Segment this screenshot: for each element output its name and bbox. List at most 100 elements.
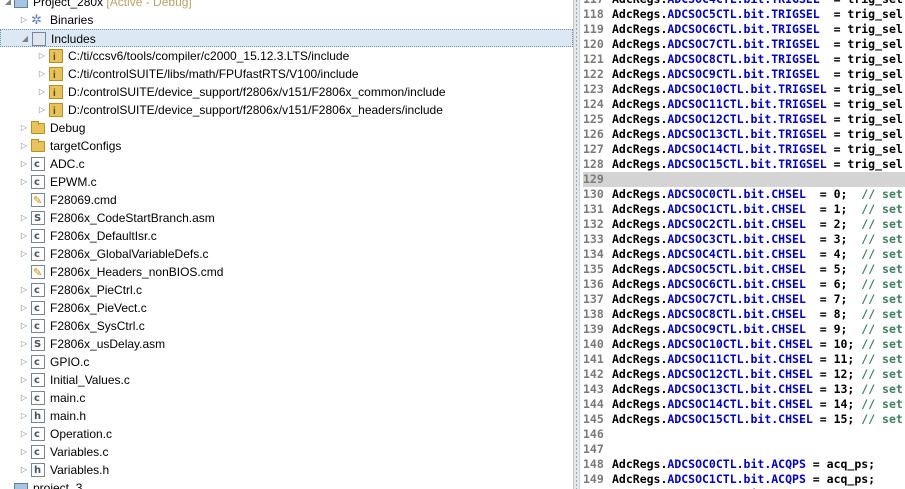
collapsed-arrow-icon[interactable]: ▷ <box>19 209 29 227</box>
collapsed-arrow-icon[interactable]: ▷ <box>19 371 29 389</box>
tree-item-file[interactable]: ▷ c F2806x_SysCtrl.c <box>0 317 573 335</box>
code-line[interactable]: 143 AdcRegs.ADCSOC13CTL.bit.CHSEL = 13; /… <box>583 382 905 397</box>
collapsed-arrow-icon[interactable]: ▷ <box>19 407 29 425</box>
tree-item-file[interactable]: ▷ c F2806x_GlobalVariableDefs.c <box>0 245 573 263</box>
asm-file-icon: S <box>31 211 45 225</box>
code-line[interactable]: 139 AdcRegs.ADCSOC9CTL.bit.CHSEL = 9; // … <box>583 322 905 337</box>
code-line[interactable]: 137 AdcRegs.ADCSOC7CTL.bit.CHSEL = 7; // … <box>583 292 905 307</box>
code-register: AdcRegs. <box>612 0 667 6</box>
collapsed-arrow-icon[interactable]: ▷ <box>19 317 29 335</box>
panel-splitter[interactable] <box>573 0 580 489</box>
tree-item-file[interactable]: ▷ S F2806x_usDelay.asm <box>0 335 573 353</box>
collapsed-arrow-icon[interactable]: ▷ <box>19 119 29 137</box>
code-line[interactable]: 123 AdcRegs.ADCSOC10CTL.bit.TRIGSEL = tri… <box>583 82 905 97</box>
tree-item-file[interactable]: ▷ c Variables.c <box>0 443 573 461</box>
code-line[interactable]: 119 AdcRegs.ADCSOC6CTL.bit.TRIGSEL = trig… <box>583 22 905 37</box>
collapsed-arrow-icon[interactable]: ▷ <box>19 299 29 317</box>
tree-item-file[interactable]: ▷ h Variables.h <box>0 461 573 479</box>
code-line[interactable]: 149 AdcRegs.ADCSOC1CTL.bit.ACQPS = acq_ps… <box>583 472 905 487</box>
line-number: 123 <box>583 82 604 96</box>
c-file-icon: c <box>31 301 45 315</box>
tree-item-project[interactable]: ◢ Project_280x [Active - Debug] <box>0 0 573 11</box>
tree-item-include-path[interactable]: ▷ i D:/controlSUITE/device_support/f2806x/… <box>0 83 573 101</box>
tree-item-file[interactable]: ▷ h main.h <box>0 407 573 425</box>
tree-item-binaries[interactable]: ▷ ✲ Binaries <box>0 11 573 29</box>
collapsed-arrow-icon[interactable]: ▷ <box>19 425 29 443</box>
code-line[interactable]: 122 AdcRegs.ADCSOC9CTL.bit.TRIGSEL = trig… <box>583 67 905 82</box>
tree-item-label: F2806x_PieVect.c <box>50 301 147 315</box>
collapsed-arrow-icon[interactable]: ▷ <box>19 11 29 29</box>
collapsed-arrow-icon[interactable]: ▷ <box>19 461 29 479</box>
code-field: ADCSOC14CTL.bit.TRIGSEL <box>667 142 827 156</box>
collapsed-arrow-icon[interactable]: ▷ <box>19 137 29 155</box>
collapsed-arrow-icon[interactable]: ▷ <box>19 155 29 173</box>
collapsed-arrow-icon[interactable]: ▷ <box>37 101 47 119</box>
code-line[interactable]: 147 <box>583 442 905 457</box>
tree-item-file[interactable]: ▷ c main.c <box>0 389 573 407</box>
code-line[interactable]: 120 AdcRegs.ADCSOC7CTL.bit.TRIGSEL = trig… <box>583 37 905 52</box>
code-line[interactable]: 117AdcRegs.ADCSOC4CTL.bit.TRIGSEL = trig… <box>583 0 905 7</box>
tree-item-file[interactable]: ▷ c GPIO.c <box>0 353 573 371</box>
code-line[interactable]: 121 AdcRegs.ADCSOC8CTL.bit.TRIGSEL = trig… <box>583 52 905 67</box>
tree-item-project[interactable]: project_3 <box>0 479 573 489</box>
collapsed-arrow-icon[interactable]: ▷ <box>19 443 29 461</box>
collapsed-arrow-icon[interactable]: ▷ <box>37 47 47 65</box>
code-line[interactable]: 126 AdcRegs.ADCSOC13CTL.bit.TRIGSEL = tri… <box>583 127 905 142</box>
tree-item-file[interactable]: ✎ F28069.cmd <box>0 191 573 209</box>
line-number: 129 <box>583 172 604 186</box>
collapsed-arrow-icon[interactable]: ▷ <box>19 245 29 263</box>
code-line[interactable]: 124 AdcRegs.ADCSOC11CTL.bit.TRIGSEL = tri… <box>583 97 905 112</box>
collapsed-arrow-icon[interactable]: ▷ <box>37 65 47 83</box>
code-line[interactable]: 133 AdcRegs.ADCSOC3CTL.bit.CHSEL = 3; // … <box>583 232 905 247</box>
tree-item-include-path[interactable]: ▷ i C:/ti/ccsv6/tools/compiler/c2000_15.12… <box>0 47 573 65</box>
collapsed-arrow-icon[interactable]: ▷ <box>19 281 29 299</box>
tree-item-include-path[interactable]: ▷ i D:/controlSUITE/device_support/f2806x/… <box>0 101 573 119</box>
code-line[interactable]: 131 AdcRegs.ADCSOC1CTL.bit.CHSEL = 1; // … <box>583 202 905 217</box>
expanded-arrow-icon[interactable]: ◢ <box>3 0 13 11</box>
code-line[interactable]: 118 AdcRegs.ADCSOC5CTL.bit.TRIGSEL = trig… <box>583 7 905 22</box>
current-code-line[interactable]: 129 <box>583 172 905 187</box>
code-comment: // set <box>861 322 903 336</box>
tree-item-includes[interactable]: ◢ Includes <box>0 29 573 47</box>
include-folder-icon: i <box>49 85 63 99</box>
code-line[interactable]: 132 AdcRegs.ADCSOC2CTL.bit.CHSEL = 2; // … <box>583 217 905 232</box>
code-line[interactable]: 141 AdcRegs.ADCSOC11CTL.bit.CHSEL = 11; /… <box>583 352 905 367</box>
collapsed-arrow-icon[interactable]: ▷ <box>19 173 29 191</box>
tree-item-include-path[interactable]: ▷ i C:/ti/controlSUITE/libs/math/FPUfastRT… <box>0 65 573 83</box>
tree-item-file[interactable]: ▷ S F2806x_CodeStartBranch.asm <box>0 209 573 227</box>
code-line[interactable]: 145 AdcRegs.ADCSOC15CTL.bit.CHSEL = 15; /… <box>583 412 905 427</box>
code-assignment: = trig_sel <box>819 52 903 66</box>
code-line[interactable]: 138 AdcRegs.ADCSOC8CTL.bit.CHSEL = 8; // … <box>583 307 905 322</box>
code-line[interactable]: 144 AdcRegs.ADCSOC14CTL.bit.CHSEL = 14; /… <box>583 397 905 412</box>
tree-item-file[interactable]: ▷ c F2806x_DefaultIsr.c <box>0 227 573 245</box>
collapsed-arrow-icon[interactable]: ▷ <box>19 227 29 245</box>
collapsed-arrow-icon[interactable]: ▷ <box>19 335 29 353</box>
tree-item-file[interactable]: ▷ c ADC.c <box>0 155 573 173</box>
code-line[interactable]: 128 AdcRegs.ADCSOC15CTL.bit.TRIGSEL = tri… <box>583 157 905 172</box>
tree-item-file[interactable]: ▷ c Operation.c <box>0 425 573 443</box>
code-line[interactable]: 134 AdcRegs.ADCSOC4CTL.bit.CHSEL = 4; // … <box>583 247 905 262</box>
code-line[interactable]: 136 AdcRegs.ADCSOC6CTL.bit.CHSEL = 6; // … <box>583 277 905 292</box>
code-line[interactable]: 125 AdcRegs.ADCSOC12CTL.bit.TRIGSEL = tri… <box>583 112 905 127</box>
tree-item-file[interactable]: ▷ c F2806x_PieCtrl.c <box>0 281 573 299</box>
tree-item-file[interactable]: ▷ c F2806x_PieVect.c <box>0 299 573 317</box>
tree-item-file[interactable]: ✎ F2806x_Headers_nonBIOS.cmd <box>0 263 573 281</box>
project-explorer-tree[interactable]: ◢ Project_280x [Active - Debug] ▷ ✲ Binaries… <box>0 0 573 489</box>
code-comment: // set <box>861 277 903 291</box>
code-line[interactable]: 135 AdcRegs.ADCSOC5CTL.bit.CHSEL = 5; // … <box>583 262 905 277</box>
code-editor[interactable]: 117AdcRegs.ADCSOC4CTL.bit.TRIGSEL = trig… <box>583 0 905 489</box>
code-line[interactable]: 146 <box>583 427 905 442</box>
code-line[interactable]: 140 AdcRegs.ADCSOC10CTL.bit.CHSEL = 10; /… <box>583 337 905 352</box>
code-line[interactable]: 142 AdcRegs.ADCSOC12CTL.bit.CHSEL = 12; /… <box>583 367 905 382</box>
collapsed-arrow-icon[interactable]: ▷ <box>19 353 29 371</box>
code-line[interactable]: 148 AdcRegs.ADCSOC0CTL.bit.ACQPS = acq_ps… <box>583 457 905 472</box>
tree-item-folder[interactable]: ▷ Debug <box>0 119 573 137</box>
tree-item-file[interactable]: ▷ c Initial_Values.c <box>0 371 573 389</box>
tree-item-file[interactable]: ▷ c EPWM.c <box>0 173 573 191</box>
expanded-arrow-icon[interactable]: ◢ <box>20 30 30 48</box>
code-line[interactable]: 130 AdcRegs.ADCSOC0CTL.bit.CHSEL = 0; // … <box>583 187 905 202</box>
tree-item-folder[interactable]: ▷ targetConfigs <box>0 137 573 155</box>
collapsed-arrow-icon[interactable]: ▷ <box>37 83 47 101</box>
collapsed-arrow-icon[interactable]: ▷ <box>19 389 29 407</box>
code-line[interactable]: 127 AdcRegs.ADCSOC14CTL.bit.TRIGSEL = tri… <box>583 142 905 157</box>
